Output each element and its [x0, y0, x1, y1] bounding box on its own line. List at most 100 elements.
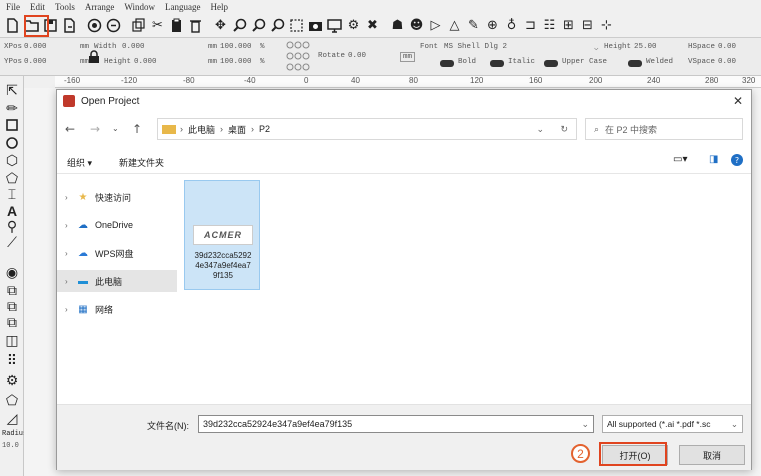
width-value[interactable]: 0.000: [122, 43, 145, 51]
font-select[interactable]: MS Shell Dlg 2: [444, 43, 507, 51]
knife-icon[interactable]: ⟋: [3, 234, 21, 252]
grid-icon[interactable]: ⊟: [579, 17, 596, 34]
expand-icon[interactable]: ›: [65, 305, 75, 314]
new-folder-button[interactable]: 新建文件夹: [119, 156, 164, 169]
nav-item-network[interactable]: › ▦ 网络: [57, 298, 177, 320]
polygon-icon[interactable]: ⬡: [3, 152, 21, 170]
menu-file[interactable]: File: [6, 2, 20, 12]
cancel-button[interactable]: 取消: [679, 445, 745, 465]
pointer-icon[interactable]: ⇱: [3, 82, 21, 100]
copy-icon[interactable]: [130, 17, 147, 34]
path-icon[interactable]: ⊐: [522, 17, 539, 34]
shape-intersect-icon[interactable]: ⧉: [3, 314, 21, 332]
lock-icon[interactable]: [88, 50, 100, 64]
height-value[interactable]: 0.000: [134, 58, 157, 66]
menu-arrange[interactable]: Arrange: [85, 2, 114, 12]
distribute-icon[interactable]: ⊞: [560, 17, 577, 34]
view-options-icon[interactable]: ▭▾: [673, 154, 687, 165]
filetype-select[interactable]: All supported (*.ai *.pdf *.sc ⌄: [602, 415, 743, 433]
ypos-value[interactable]: 0.000: [24, 58, 47, 66]
search-input[interactable]: ⌕ 在 P2 中搜索: [585, 118, 743, 140]
gear-outline-icon[interactable]: ⚙: [3, 372, 21, 390]
settings-icon[interactable]: ⚙: [345, 17, 362, 34]
zoom-in-icon[interactable]: [231, 17, 248, 34]
circle-tool-icon[interactable]: ◉: [3, 264, 21, 282]
text-height-value[interactable]: 25.00: [634, 43, 657, 51]
back-arrow-icon[interactable]: ←: [65, 122, 75, 136]
anchor-grid-icon[interactable]: [286, 41, 310, 71]
address-dropdown-icon[interactable]: ⌄: [536, 124, 544, 135]
file-item[interactable]: ACMER 39d232cca5292 4e347a9ef4ea7 9f135: [184, 180, 260, 290]
move-icon[interactable]: ✥: [212, 17, 229, 34]
address-bar[interactable]: › 此电脑 › 桌面 › P2 ⌄ ↻: [157, 118, 577, 140]
expand-icon[interactable]: ›: [65, 277, 75, 286]
crosshair-icon[interactable]: ⊹: [598, 17, 615, 34]
menu-help[interactable]: Help: [211, 2, 229, 12]
menu-window[interactable]: Window: [124, 2, 155, 12]
menu-language[interactable]: Language: [165, 2, 200, 12]
target-icon[interactable]: ⊕: [484, 17, 501, 34]
node-icon[interactable]: ♁: [503, 17, 520, 34]
expand-icon[interactable]: ›: [65, 221, 75, 230]
shape-frame-icon[interactable]: ◫: [3, 332, 21, 350]
vspace-value[interactable]: 0.00: [718, 58, 736, 66]
breadcrumb-item[interactable]: 桌面: [228, 123, 246, 136]
nav-item-quick-access[interactable]: › ★ 快速访问: [57, 186, 177, 208]
users-icon[interactable]: ☗: [389, 17, 406, 34]
cut-icon[interactable]: ✂: [149, 17, 166, 34]
refresh-icon[interactable]: ↻: [560, 124, 568, 135]
recent-dropdown-icon[interactable]: ⌄: [112, 124, 119, 133]
ellipse-icon[interactable]: [3, 134, 21, 152]
import-icon[interactable]: [86, 17, 103, 34]
bold-toggle[interactable]: [440, 60, 454, 67]
round-corner-icon[interactable]: ◿: [3, 410, 21, 428]
menu-tools[interactable]: Tools: [55, 2, 75, 12]
preview-pane-icon[interactable]: ◨: [709, 154, 718, 165]
nav-item-onedrive[interactable]: › ☁ OneDrive: [57, 214, 177, 236]
monitor-icon[interactable]: [326, 17, 343, 34]
rectangle-icon[interactable]: [3, 116, 21, 134]
hspace-value[interactable]: 0.00: [718, 43, 736, 51]
person-icon[interactable]: ☻: [408, 17, 425, 34]
filetype-dropdown-icon[interactable]: ⌄: [730, 418, 738, 430]
play-icon[interactable]: ▷: [427, 17, 444, 34]
zoom-fit-icon[interactable]: [269, 17, 286, 34]
organize-menu[interactable]: 组织 ▾: [67, 156, 92, 169]
forward-arrow-icon[interactable]: →: [90, 122, 100, 136]
delete-icon[interactable]: [187, 17, 204, 34]
select-area-icon[interactable]: [288, 17, 305, 34]
tools-icon[interactable]: ✖: [364, 17, 381, 34]
shape-edit-icon[interactable]: ⬠: [3, 392, 21, 410]
zoom-out-icon[interactable]: [250, 17, 267, 34]
radius-value[interactable]: 10.0: [2, 442, 19, 450]
expand-icon[interactable]: ›: [65, 249, 75, 258]
paste-icon[interactable]: [168, 17, 185, 34]
breadcrumb-item[interactable]: 此电脑: [188, 123, 215, 136]
close-icon[interactable]: ✕: [733, 94, 743, 108]
new-icon[interactable]: [4, 17, 21, 34]
triangle-icon[interactable]: △: [446, 17, 463, 34]
nav-item-wps[interactable]: › ☁ WPS网盘: [57, 242, 177, 264]
menu-edit[interactable]: Edit: [30, 2, 45, 12]
width-percent[interactable]: 100.000: [220, 43, 252, 51]
pen-icon[interactable]: ✎: [465, 17, 482, 34]
filename-input[interactable]: 39d232cca52924e347a9ef4ea79f135 ⌄: [198, 415, 594, 433]
export-icon[interactable]: [105, 17, 122, 34]
nav-item-this-pc[interactable]: › ▬ 此电脑: [57, 270, 177, 292]
filename-dropdown-icon[interactable]: ⌄: [581, 419, 589, 430]
xpos-value[interactable]: 0.000: [24, 43, 47, 51]
font-dropdown-icon[interactable]: ⌵: [594, 43, 599, 53]
breadcrumb-item[interactable]: P2: [259, 124, 270, 134]
welded-toggle[interactable]: [628, 60, 642, 67]
height-percent[interactable]: 100.000: [220, 58, 252, 66]
align-icon[interactable]: ☷: [541, 17, 558, 34]
rotate-value[interactable]: 0.00: [348, 52, 366, 60]
help-icon[interactable]: ?: [731, 154, 743, 166]
expand-icon[interactable]: ›: [65, 193, 75, 202]
up-arrow-icon[interactable]: ↑: [132, 122, 142, 136]
camera-icon[interactable]: [307, 17, 324, 34]
rotate-unit[interactable]: mm: [400, 52, 416, 62]
italic-toggle[interactable]: [490, 60, 504, 67]
save-as-icon[interactable]: [61, 17, 78, 34]
dot-grid-icon[interactable]: ⠿: [3, 352, 21, 370]
